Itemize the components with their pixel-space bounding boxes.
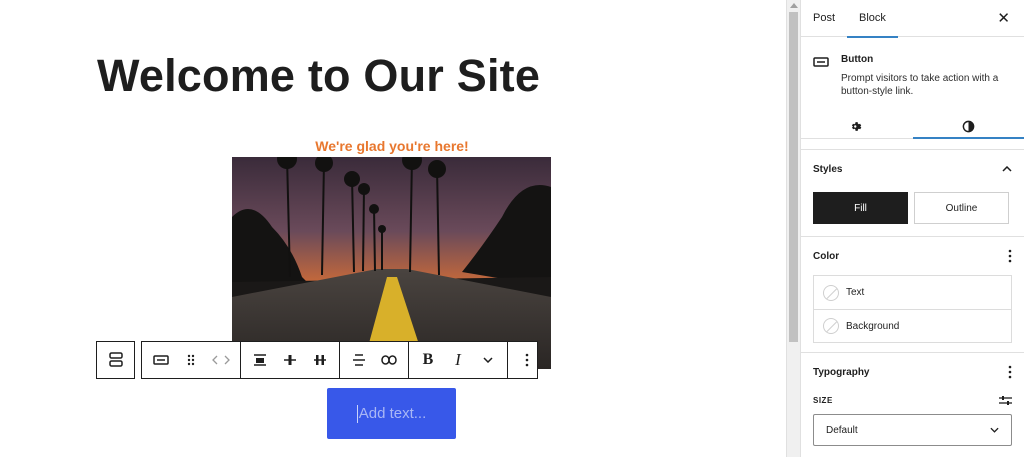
align-top-button[interactable] [245, 342, 275, 378]
tab-styles[interactable] [912, 114, 1024, 139]
sidebar-tabs: Post Block ✕ [801, 0, 1024, 38]
italic-button[interactable]: I [443, 342, 473, 378]
text-align-center-icon [353, 354, 365, 366]
close-icon[interactable]: ✕ [997, 9, 1010, 27]
link-button[interactable] [374, 342, 404, 378]
justify-center-icon [284, 355, 296, 365]
link-icon [381, 355, 397, 365]
scroll-up-arrow-icon[interactable] [790, 3, 798, 8]
inspector-tabs [801, 114, 1024, 139]
typography-panel: Typography SIZE Default [801, 353, 1024, 446]
block-card-title: Button [841, 54, 874, 65]
color-item-background[interactable]: Background [814, 309, 1011, 342]
typography-heading: Typography [813, 366, 870, 378]
alignment-group [241, 342, 340, 378]
move-arrows-button[interactable] [206, 342, 236, 378]
button-block[interactable]: Add text... [327, 388, 456, 439]
select-parent-buttons-button[interactable] [96, 341, 135, 379]
vertical-ellipsis-icon [525, 353, 529, 367]
chevron-down-icon [483, 357, 493, 363]
bold-button[interactable]: B [413, 342, 443, 378]
chevron-up-icon[interactable] [1002, 166, 1012, 172]
block-toolbar: B I [141, 341, 538, 379]
tab-block[interactable]: Block [847, 0, 898, 38]
editor-canvas: Welcome to Our Site We're glad you're he… [0, 0, 786, 457]
settings-sidebar: Post Block ✕ Button Prompt visitors to t… [800, 0, 1024, 457]
tagline-text[interactable]: We're glad you're here! [232, 138, 552, 154]
style-outline-button[interactable]: Outline [914, 192, 1009, 224]
tab-settings[interactable] [801, 114, 913, 138]
chevron-down-icon [990, 427, 999, 433]
color-item-label: Text [846, 287, 865, 298]
sunset-road-photo [232, 157, 551, 369]
button-block-type-button[interactable] [146, 342, 176, 378]
settings-sliders-icon[interactable] [999, 395, 1012, 406]
options-group [508, 342, 546, 378]
block-type-group [142, 342, 241, 378]
button-block-icon [813, 51, 831, 98]
color-panel: Color Text Background [801, 237, 1024, 353]
block-card-description: Prompt visitors to take action with a bu… [841, 73, 999, 97]
justify-center-button[interactable] [275, 342, 305, 378]
size-label: SIZE [813, 395, 833, 405]
styles-panel: Styles Fill Outline [801, 150, 1024, 237]
gear-icon [852, 121, 862, 131]
button-text-placeholder[interactable]: Add text... [359, 405, 427, 422]
justify-space-between-icon [314, 355, 326, 365]
color-item-text[interactable]: Text [814, 276, 1011, 309]
empty-swatch-icon [823, 318, 839, 334]
typography-options-icon[interactable] [1008, 365, 1012, 379]
color-list: Text Background [813, 275, 1012, 343]
drag-handle-icon [187, 354, 195, 366]
color-item-label: Background [846, 320, 900, 332]
block-card: Button Prompt visitors to take action wi… [801, 37, 1024, 150]
canvas-scrollbar[interactable] [786, 0, 800, 457]
move-left-right-icon [212, 355, 230, 365]
button-block-icon [153, 355, 169, 365]
align-top-icon [254, 354, 266, 366]
link-group [340, 342, 409, 378]
tab-post[interactable]: Post [801, 0, 847, 37]
page-title[interactable]: Welcome to Our Site [97, 50, 540, 102]
buttons-block-icon [108, 352, 123, 367]
color-options-icon[interactable] [1008, 249, 1012, 263]
text-caret [356, 404, 358, 423]
scroll-thumb[interactable] [789, 12, 798, 342]
justify-space-button[interactable] [305, 342, 335, 378]
empty-swatch-icon [823, 284, 839, 301]
block-options-button[interactable] [512, 342, 542, 378]
drag-handle[interactable] [176, 342, 206, 378]
style-fill-button[interactable]: Fill [813, 192, 908, 224]
more-formats-button[interactable] [473, 342, 503, 378]
font-size-value: Default [826, 424, 858, 436]
styles-heading: Styles [813, 163, 843, 175]
color-heading: Color [813, 250, 840, 262]
featured-image[interactable] [232, 157, 551, 369]
contrast-icon [962, 120, 975, 132]
font-size-select[interactable]: Default [813, 414, 1012, 446]
text-align-button[interactable] [344, 342, 374, 378]
format-group: B I [409, 342, 508, 378]
